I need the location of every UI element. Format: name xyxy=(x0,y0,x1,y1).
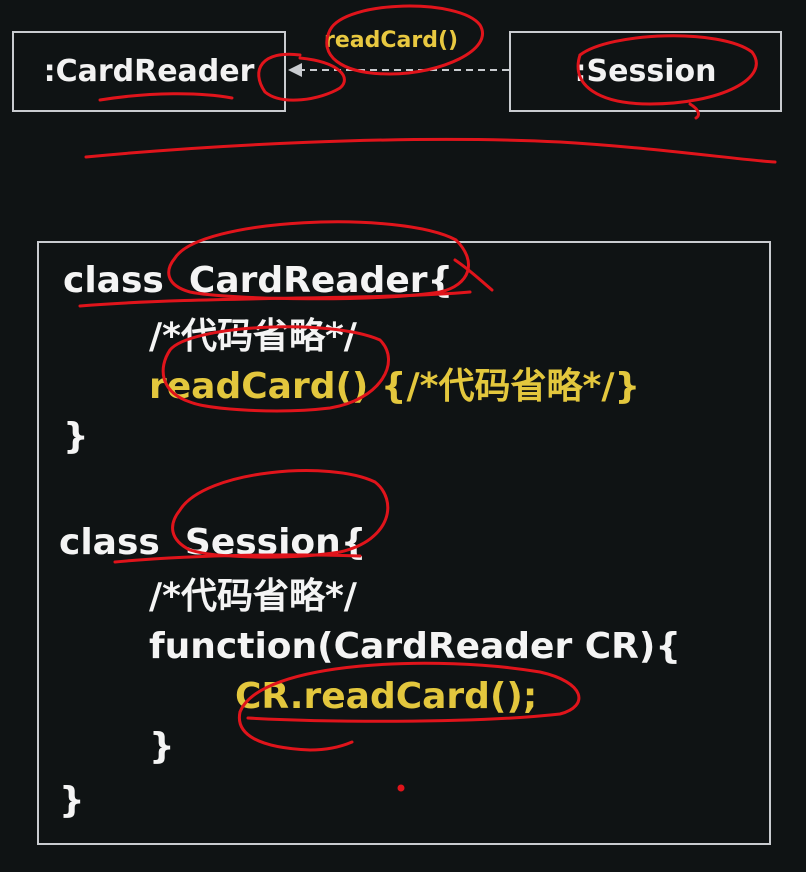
code-line-class-cardreader: class CardReader{ xyxy=(63,260,454,301)
message-label: readCard() xyxy=(324,28,459,53)
session-object-box: :Session xyxy=(509,31,782,112)
code-line-comment-2: /*代码省略*/ xyxy=(149,576,357,617)
code-line-close-session: } xyxy=(59,780,85,821)
cardreader-object-box: :CardReader xyxy=(12,31,286,112)
message-arrow-head xyxy=(288,63,302,77)
code-line-readcard-method: readCard() {/*代码省略*/} xyxy=(149,366,641,407)
cardreader-object-label: :CardReader xyxy=(43,54,255,89)
code-line-close-cardreader: } xyxy=(63,416,89,457)
code-line-close-function: } xyxy=(149,726,175,767)
code-line-readcard-call: CR.readCard(); xyxy=(235,676,538,717)
code-panel: class CardReader{ /*代码省略*/ readCard() {/… xyxy=(37,241,771,845)
code-line-function: function(CardReader CR){ xyxy=(149,626,681,667)
session-object-label: :Session xyxy=(574,54,717,89)
code-line-comment-1: /*代码省略*/ xyxy=(149,316,357,357)
annotation-long-stroke xyxy=(84,137,777,164)
code-line-class-session: class Session{ xyxy=(59,522,367,563)
